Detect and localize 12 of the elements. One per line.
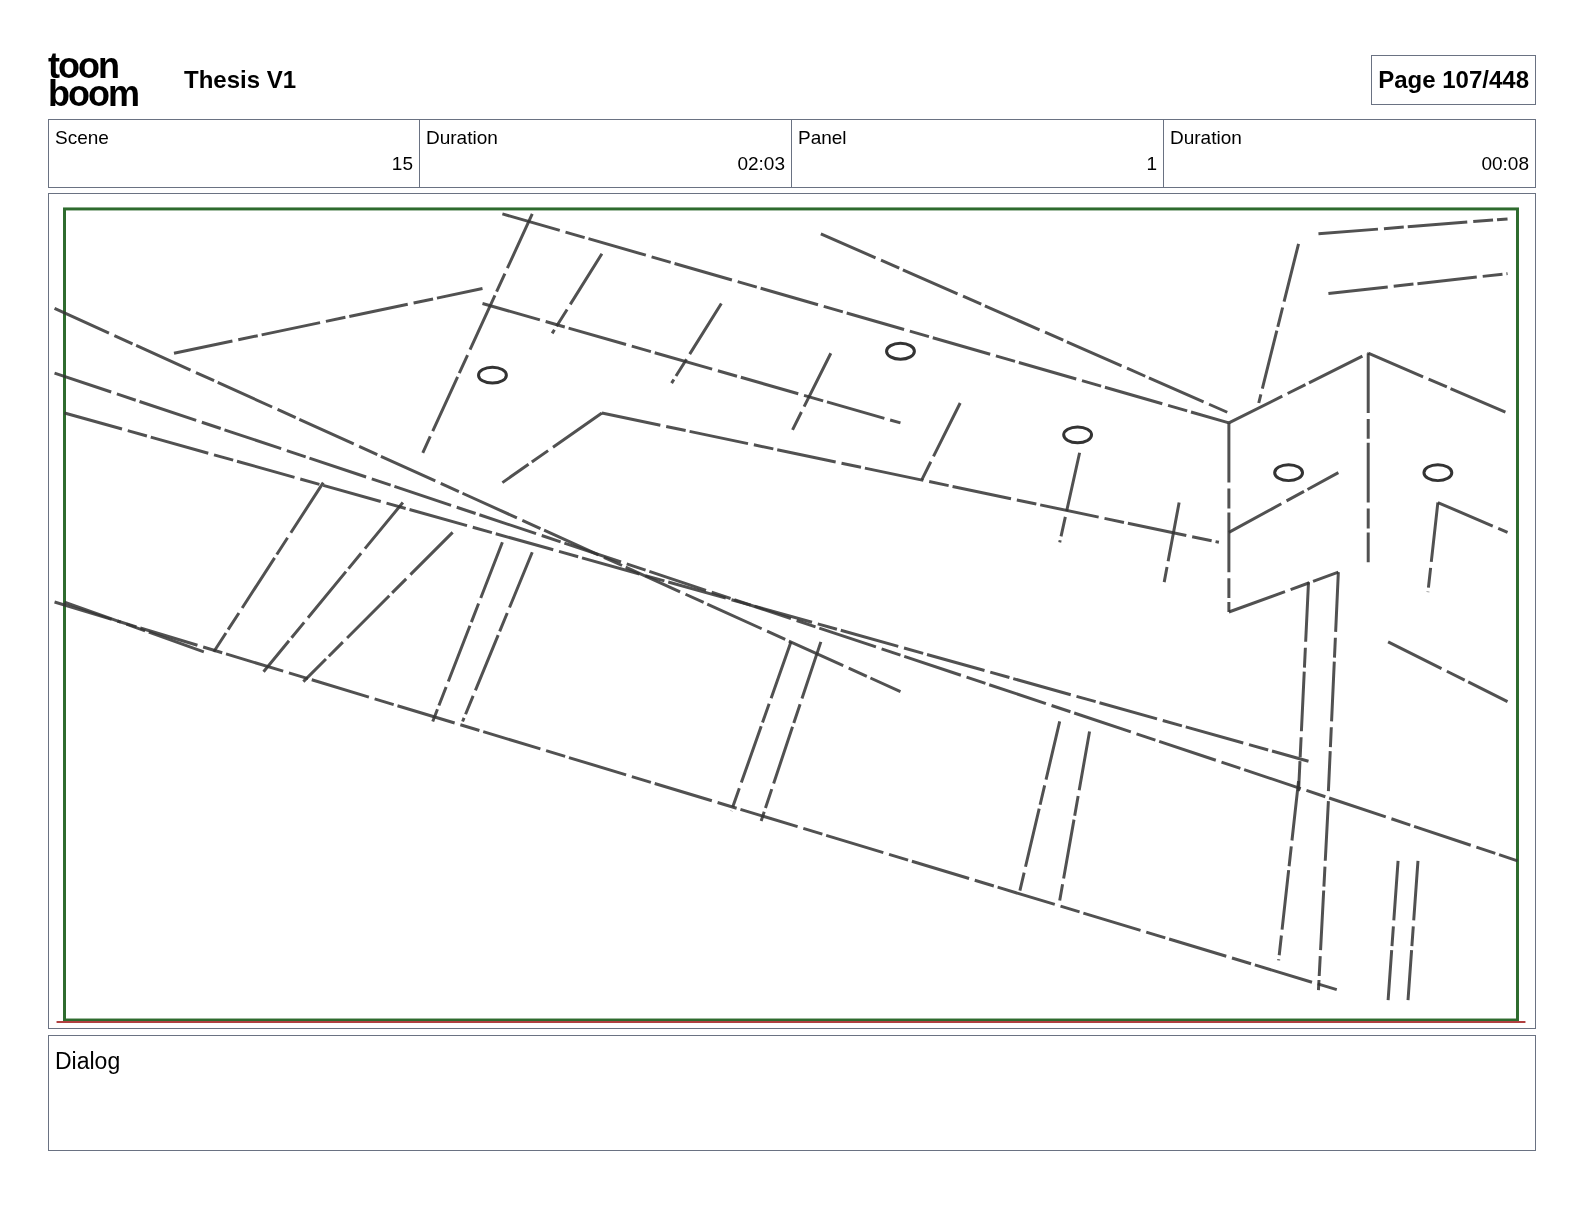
cell-value: 02:03 [736, 152, 785, 176]
column-header: Scene [55, 126, 110, 150]
logo: toon boom [48, 52, 139, 108]
dialog-label: Dialog [55, 1048, 121, 1074]
column-header: Duration [1170, 126, 1243, 150]
page-number: Page 107/448 [1371, 55, 1536, 105]
document-title: Thesis V1 [184, 65, 297, 95]
cell-value: 00:08 [1480, 152, 1529, 176]
cell-value: 1 [1145, 152, 1157, 176]
column-header: Duration [426, 126, 499, 150]
column-header: Panel [798, 126, 848, 150]
cell-value: 15 [390, 152, 413, 176]
